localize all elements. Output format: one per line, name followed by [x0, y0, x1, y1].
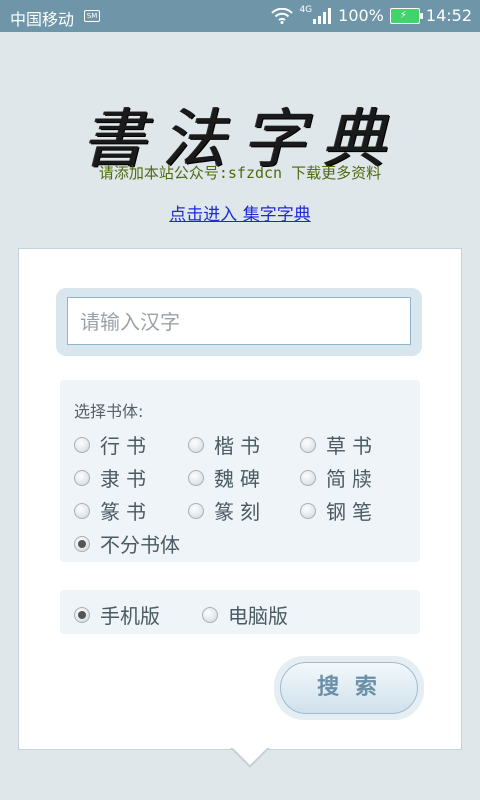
version-option-selected[interactable]: 手机版: [74, 600, 160, 629]
radio-icon: [188, 436, 204, 453]
enter-dictionary-link[interactable]: 点击进入 集字字典: [0, 200, 480, 225]
radio-option[interactable]: 魏碑: [188, 463, 266, 492]
radio-option[interactable]: 隶书: [74, 463, 152, 492]
sim-icon: SM: [84, 10, 100, 22]
radio-icon: [300, 469, 316, 486]
radio-selected-icon: [74, 535, 90, 552]
radio-option[interactable]: 篆书: [74, 496, 152, 525]
radio-icon: [74, 469, 90, 486]
battery-percent: 100%: [338, 6, 384, 25]
radio-icon: [188, 469, 204, 486]
radio-icon: [188, 502, 204, 519]
radio-selected-icon: [74, 606, 90, 623]
radio-option[interactable]: 篆刻: [188, 496, 266, 525]
subtitle-text: 请添加本站公众号:sfzdcn 下载更多资料: [98, 164, 382, 182]
carrier-name: 中国移动: [10, 10, 75, 29]
search-input[interactable]: 请输入汉字: [67, 297, 411, 345]
signal-icon: [313, 7, 332, 24]
font-style-label: 选择书体:: [74, 402, 144, 421]
status-bar: 中国移动 SM 4G 100% ⚡ 14:52: [0, 0, 480, 32]
radio-icon: [300, 436, 316, 453]
radio-icon: [300, 502, 316, 519]
radio-icon: [202, 606, 218, 623]
battery-icon: ⚡: [389, 7, 423, 24]
search-button[interactable]: 搜 索: [280, 662, 418, 714]
radio-icon: [74, 436, 90, 453]
radio-option[interactable]: 行书: [74, 430, 152, 459]
clock: 14:52: [425, 6, 472, 25]
radio-option-selected[interactable]: 不分书体: [74, 529, 180, 558]
radio-icon: [74, 502, 90, 519]
calligraphy-logo: 書 法 字 典: [82, 88, 398, 177]
wifi-icon: [271, 7, 294, 24]
radio-option[interactable]: 简牍: [300, 463, 378, 492]
version-option[interactable]: 电脑版: [202, 600, 288, 629]
radio-option[interactable]: 钢笔: [300, 496, 378, 525]
radio-option[interactable]: 草书: [300, 430, 378, 459]
radio-option[interactable]: 楷书: [188, 430, 266, 459]
network-type: 4G: [299, 4, 313, 15]
